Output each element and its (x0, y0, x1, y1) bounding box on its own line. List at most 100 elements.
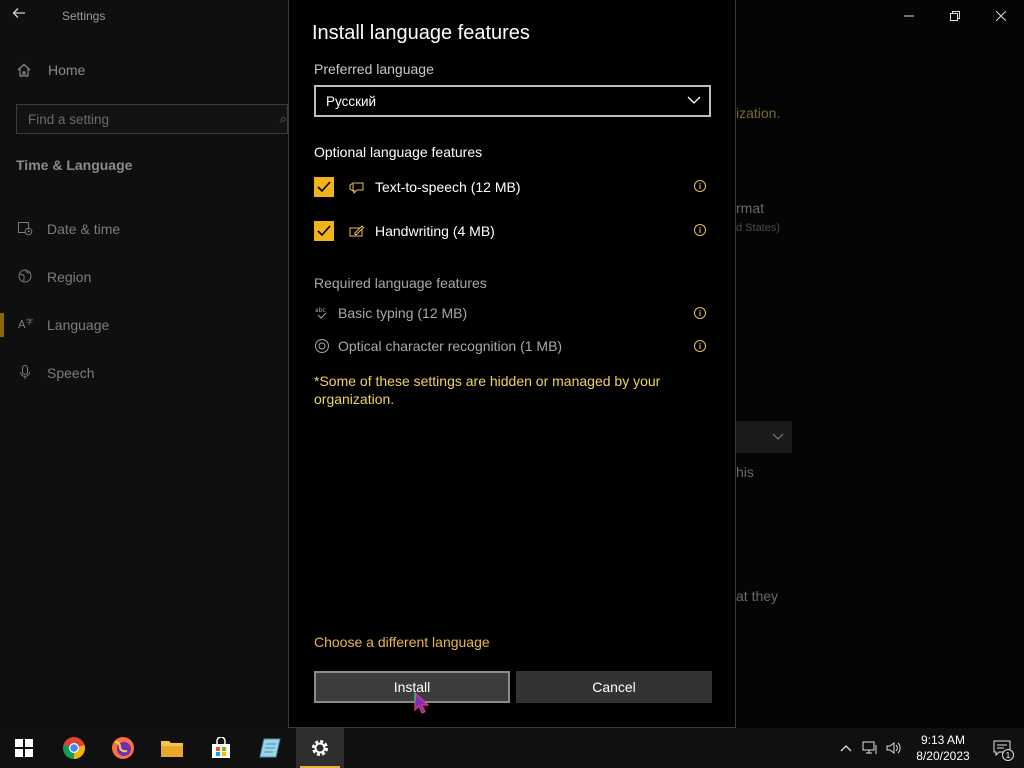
network-button[interactable] (858, 728, 882, 768)
language-icon: A字 (16, 316, 33, 335)
gear-icon (312, 740, 328, 756)
folder-icon (161, 741, 183, 757)
sidebar-item-speech[interactable]: Speech (0, 349, 288, 397)
search-icon: ⌕ (279, 111, 287, 126)
optional-feature-row: Text-to-speech (12 MB) i (314, 175, 706, 199)
window-controls (886, 0, 1024, 32)
minimize-icon (904, 15, 914, 17)
nav-home[interactable]: Home (16, 62, 85, 78)
text-to-speech-icon (349, 179, 365, 195)
bg-region-text: d States) (736, 222, 781, 234)
clock-time: 9:13 AM (920, 733, 966, 747)
text-to-speech-label: Text-to-speech (12 MB) (375, 179, 521, 195)
taskbar-chrome[interactable] (50, 728, 98, 768)
notification-count-badge: 1 (1002, 749, 1014, 761)
selected-language: Русский (326, 93, 377, 109)
info-icon[interactable]: i (694, 340, 706, 352)
sidebar-item-date-time[interactable]: Date & time (0, 205, 288, 253)
bg-organization-text: ization. (736, 105, 781, 121)
chevron-down-icon (772, 433, 784, 440)
network-icon (862, 741, 877, 754)
chrome-icon (63, 737, 85, 759)
nav-home-label: Home (48, 62, 86, 78)
home-icon (17, 63, 31, 77)
install-language-dialog: Install language features Preferred lang… (288, 0, 736, 728)
bg-format-text: rmat (736, 200, 764, 216)
preferred-language-select[interactable]: Русский (314, 85, 711, 117)
clock[interactable]: 9:13 AM 8/20/2023 (906, 732, 980, 764)
basic-typing-icon: abc (314, 305, 330, 321)
chevron-up-icon (840, 745, 852, 752)
show-hidden-icons-button[interactable] (834, 728, 858, 768)
system-tray: 9:13 AM 8/20/2023 1 (834, 728, 1024, 768)
taskbar-store[interactable] (197, 728, 245, 768)
optional-feature-row: Handwriting (4 MB) i (314, 219, 706, 243)
choose-different-language-link[interactable]: Choose a different language (314, 634, 490, 650)
taskbar-notepad[interactable] (246, 728, 294, 768)
notepad-icon (259, 738, 281, 758)
svg-text:A: A (18, 318, 26, 331)
taskbar-settings[interactable] (296, 728, 344, 768)
checkmark-icon (317, 181, 331, 193)
preferred-language-label: Preferred language (314, 61, 434, 77)
restore-icon (950, 11, 960, 21)
back-button[interactable] (12, 6, 36, 26)
microphone-icon (16, 364, 33, 383)
managed-settings-note: *Some of these settings are hidden or ma… (314, 373, 661, 407)
windows-logo-icon (15, 739, 33, 757)
handwriting-checkbox[interactable] (314, 221, 334, 241)
taskbar-file-explorer[interactable] (148, 728, 196, 768)
bg-that-they-text: at they (736, 588, 779, 604)
required-features-label: Required language features (314, 275, 487, 291)
nav-list: Date & time Region A字 Language Speech (0, 205, 288, 397)
speaker-icon (886, 742, 901, 754)
info-icon[interactable]: i (694, 307, 706, 319)
handwriting-label: Handwriting (4 MB) (375, 223, 495, 239)
volume-button[interactable] (882, 728, 906, 768)
bg-this-text: his (736, 464, 754, 480)
text-to-speech-checkbox[interactable] (314, 177, 334, 197)
required-feature-row: Optical character recognition (1 MB) i (314, 335, 706, 357)
calendar-clock-icon (16, 220, 33, 239)
sidebar-item-label: Region (47, 269, 92, 285)
store-icon (212, 737, 230, 758)
close-button[interactable] (978, 0, 1024, 32)
sidebar-item-label: Date & time (47, 221, 121, 237)
optional-features-label: Optional language features (314, 144, 483, 160)
start-button[interactable] (0, 728, 48, 768)
clock-date: 8/20/2023 (916, 749, 970, 763)
search-placeholder: Find a setting (28, 111, 110, 127)
info-icon[interactable]: i (694, 224, 706, 236)
required-feature-row: abc Basic typing (12 MB) i (314, 302, 706, 324)
cancel-button[interactable]: Cancel (516, 671, 712, 703)
bg-dropdown (736, 421, 792, 453)
basic-typing-icon-text: abc (315, 307, 326, 314)
action-center-button[interactable]: 1 (980, 728, 1024, 768)
dialog-title: Install language features (312, 22, 530, 44)
taskbar-firefox[interactable] (99, 728, 147, 768)
handwriting-icon (349, 223, 365, 239)
search-input[interactable]: Find a setting ⌕ (16, 104, 288, 134)
sidebar-item-language[interactable]: A字 Language (0, 301, 288, 349)
ocr-icon (314, 338, 330, 354)
firefox-icon (112, 737, 134, 759)
ocr-label: Optical character recognition (1 MB) (338, 338, 563, 354)
minimize-button[interactable] (886, 0, 932, 32)
svg-text:字: 字 (26, 317, 33, 326)
restore-button[interactable] (932, 0, 978, 32)
basic-typing-label: Basic typing (12 MB) (338, 305, 468, 321)
info-icon[interactable]: i (694, 180, 706, 192)
taskbar: 9:13 AM 8/20/2023 1 (0, 728, 1024, 768)
checkmark-icon (317, 225, 331, 237)
section-title: Time & Language (16, 157, 133, 173)
globe-icon (16, 268, 33, 287)
sidebar-item-label: Speech (47, 365, 95, 381)
chevron-down-icon (687, 96, 701, 104)
back-arrow-icon (12, 8, 25, 18)
app-title: Settings (62, 9, 106, 23)
sidebar-item-region[interactable]: Region (0, 253, 288, 301)
mouse-cursor-icon (414, 692, 430, 714)
close-icon (996, 11, 1006, 21)
sidebar-item-label: Language (47, 317, 110, 333)
install-button[interactable]: Install (314, 671, 510, 703)
